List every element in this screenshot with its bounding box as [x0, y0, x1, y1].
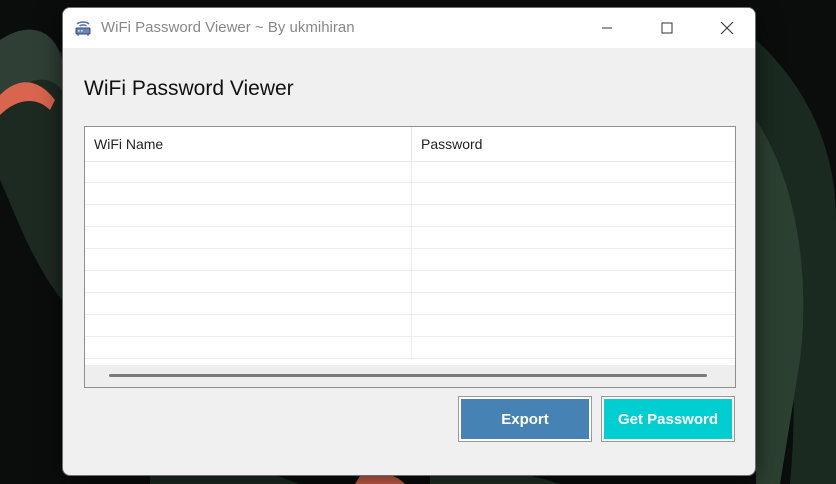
table-row[interactable] [85, 227, 735, 249]
list-body [85, 161, 735, 365]
page-title: WiFi Password Viewer [84, 77, 294, 100]
wifi-name-cell [85, 183, 412, 205]
get-password-button[interactable]: Get Password [604, 399, 732, 439]
minimize-icon [602, 27, 612, 29]
wifi-name-cell [85, 315, 412, 337]
table-row[interactable] [85, 271, 735, 293]
wifi-name-cell [85, 249, 412, 271]
table-row[interactable] [85, 337, 735, 359]
table-row[interactable] [85, 183, 735, 205]
app-window: WiFi Password Viewer ~ By ukmihiran WiFi… [62, 7, 756, 476]
password-cell [412, 161, 735, 183]
close-button[interactable] [697, 8, 755, 48]
wifi-name-cell [85, 271, 412, 293]
table-row[interactable] [85, 161, 735, 183]
wifi-name-cell [85, 337, 412, 359]
table-row[interactable] [85, 293, 735, 315]
table-row[interactable] [85, 315, 735, 337]
password-cell [412, 315, 735, 337]
horizontal-scrollbar[interactable] [85, 365, 735, 387]
close-icon [720, 21, 734, 35]
password-cell [412, 293, 735, 315]
list-header: WiFi Name Password [85, 127, 735, 162]
title-bar[interactable]: WiFi Password Viewer ~ By ukmihiran [63, 8, 755, 48]
window-title: WiFi Password Viewer ~ By ukmihiran [101, 19, 355, 36]
table-row[interactable] [85, 205, 735, 227]
minimize-button[interactable] [577, 8, 637, 48]
password-cell [412, 227, 735, 249]
column-header-password[interactable]: Password [412, 127, 735, 161]
maximize-button[interactable] [637, 8, 697, 48]
wifi-name-cell [85, 227, 412, 249]
password-cell [412, 183, 735, 205]
password-cell [412, 271, 735, 293]
wifi-name-cell [85, 205, 412, 227]
wifi-name-cell [85, 293, 412, 315]
password-cell [412, 249, 735, 271]
wifi-list-view[interactable]: WiFi Name Password [84, 126, 736, 388]
table-row[interactable] [85, 249, 735, 271]
scrollbar-thumb[interactable] [109, 374, 707, 377]
password-cell [412, 337, 735, 359]
export-button[interactable]: Export [461, 399, 589, 439]
column-header-wifi-name[interactable]: WiFi Name [85, 127, 412, 161]
wifi-name-cell [85, 161, 412, 183]
maximize-icon [661, 22, 673, 34]
wifi-router-icon [75, 21, 91, 36]
password-cell [412, 205, 735, 227]
